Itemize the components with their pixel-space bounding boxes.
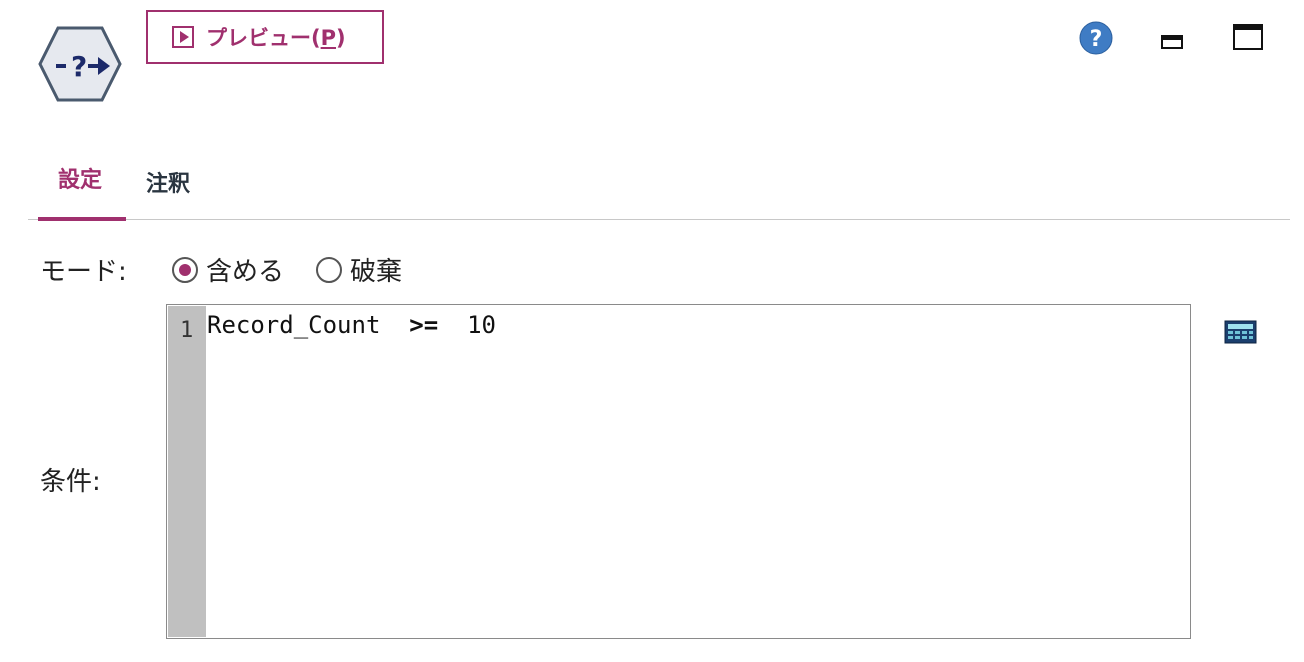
svg-text:?: ? — [1090, 27, 1103, 52]
line-number-gutter: 1 — [168, 306, 206, 637]
preview-button[interactable]: プレビュー(P) — [146, 10, 384, 64]
mode-label: モード: — [40, 257, 127, 287]
tab-bar: 設定 注釈 — [28, 150, 1290, 222]
code-line: Record_Count >= 10 — [207, 311, 496, 339]
radio-unselected-icon — [316, 256, 342, 283]
maximize-icon[interactable] — [1233, 24, 1263, 50]
node-select-icon: ? — [38, 26, 122, 102]
mode-discard-label: 破棄 — [350, 257, 403, 287]
help-icon[interactable]: ? — [1079, 21, 1113, 55]
radio-selected-icon — [172, 256, 198, 283]
mode-include-label: 含める — [206, 257, 285, 287]
code-operator: >= — [409, 311, 439, 339]
minimize-icon[interactable] — [1161, 34, 1183, 50]
calculator-icon[interactable] — [1224, 320, 1257, 344]
line-number: 1 — [180, 318, 194, 343]
tab-settings[interactable]: 設定 — [58, 162, 102, 194]
svg-text:?: ? — [71, 50, 87, 83]
active-tab-indicator — [38, 217, 126, 221]
play-icon — [172, 26, 194, 48]
code-field: Record_Count — [207, 311, 381, 339]
tab-divider — [28, 219, 1290, 220]
tab-annotations[interactable]: 注釈 — [146, 166, 190, 198]
condition-label: 条件: — [40, 467, 101, 497]
mode-include-radio[interactable]: 含める — [172, 251, 284, 288]
condition-editor[interactable]: 1 Record_Count >= 10 — [166, 304, 1191, 639]
mode-discard-radio[interactable]: 破棄 — [316, 251, 402, 288]
code-value: 10 — [467, 311, 497, 339]
preview-label: プレビュー(P) — [206, 26, 346, 50]
